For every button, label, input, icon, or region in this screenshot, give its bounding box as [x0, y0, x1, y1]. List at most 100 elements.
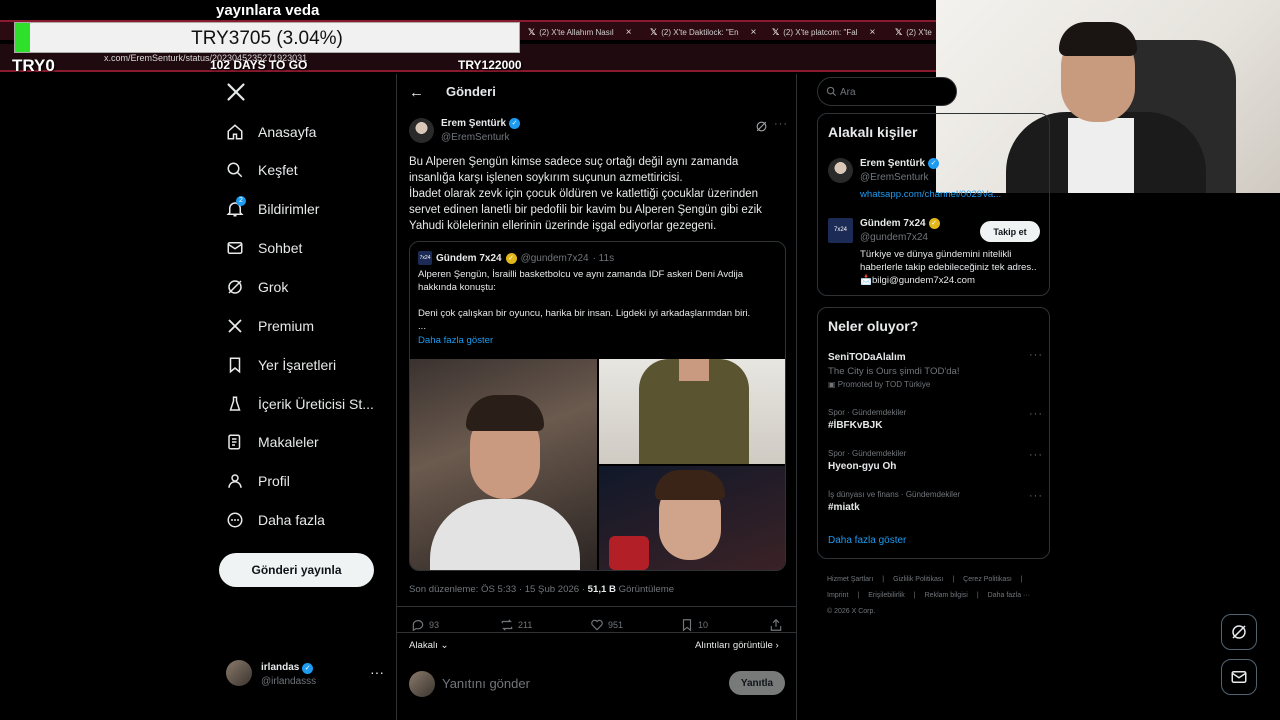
more-options-icon[interactable]: ··· — [1029, 449, 1043, 461]
promoted-icon: ▣ — [828, 380, 836, 389]
nav-more[interactable]: Daha fazla — [226, 508, 325, 532]
messages-floating-button[interactable] — [1221, 659, 1257, 695]
avatar — [828, 158, 853, 183]
view-label: Görüntüleme — [615, 584, 675, 595]
author-handle[interactable]: @EremSenturk — [441, 132, 510, 143]
repost-action[interactable]: 211 — [500, 618, 532, 632]
close-icon[interactable]: × — [869, 27, 875, 38]
nav-notifications[interactable]: 2 Bildirimler — [226, 196, 319, 221]
media-photo[interactable] — [599, 466, 785, 570]
donation-progress-bar: TRY3705 (3.04%) — [14, 22, 520, 53]
person-bio-link[interactable]: whatsapp.com/channel/0029Va... — [860, 188, 1040, 201]
like-count: 951 — [608, 620, 624, 630]
main-column: ← Gönderi Erem Şentürk ✓ @EremSenturk ···… — [396, 74, 797, 720]
bookmark-icon — [682, 619, 692, 632]
author-name[interactable]: Erem Şentürk ✓ — [441, 118, 521, 129]
footer-link[interactable]: Erişilebilirlik — [868, 592, 905, 599]
nav-profile[interactable]: Profil — [226, 469, 290, 493]
footer-link[interactable]: Reklam bilgisi — [925, 592, 968, 599]
footer-separator: | — [1020, 576, 1023, 583]
follow-button[interactable]: Takip et — [980, 221, 1040, 242]
tab-label: (2) X'te Allahım Nasıl — [539, 27, 614, 37]
reply-input[interactable]: Yanıtını gönder — [442, 676, 530, 691]
browser-tab[interactable]: 𝕏 (2) X'te Daktilock: "En × — [650, 22, 756, 42]
trend-item[interactable]: İş dünyası ve finans · Gündemdekiler #mi… — [828, 490, 1043, 513]
more-circle-icon — [227, 512, 243, 528]
search-input[interactable]: Ara — [817, 77, 957, 106]
share-action[interactable] — [769, 618, 783, 632]
nav-premium[interactable]: Premium — [226, 314, 314, 338]
footer-separator: | — [882, 576, 885, 583]
trends-panel: Neler oluyor? SeniTODaAlalım The City is… — [817, 307, 1050, 559]
profile-icon — [228, 474, 242, 488]
footer-link[interactable]: Daha fazla ··· — [988, 592, 1030, 599]
trend-item[interactable]: Spor · Gündemdekiler #İBFKvBJK ··· — [828, 408, 1043, 431]
nav-bookmarks[interactable]: Yer İşaretleri — [226, 353, 336, 377]
nav-label: Keşfet — [258, 162, 298, 178]
x-logo-icon[interactable] — [226, 82, 246, 102]
nav-chat[interactable]: Sohbet — [226, 236, 302, 260]
more-options-icon[interactable]: ··· — [370, 664, 384, 680]
footer-link[interactable]: Imprint — [827, 592, 848, 599]
nav-creator-studio[interactable]: İçerik Üreticisi St... — [226, 392, 374, 416]
footer-links: Hizmet Şartları | Gizlilik Politikası | Çere… — [827, 572, 1047, 620]
account-handle: @irlandasss — [261, 676, 317, 687]
media-photo[interactable] — [599, 359, 785, 464]
trend-name: #İBFKvBJK — [828, 420, 883, 431]
bookmark-action[interactable]: 10 — [680, 618, 708, 632]
reply-action[interactable]: 93 — [411, 618, 439, 632]
show-more-link[interactable]: Daha fazla göster — [418, 335, 493, 346]
trend-category: Spor · Gündemdekiler — [828, 449, 907, 458]
stream-title: yayınlara veda — [216, 2, 320, 19]
back-arrow-icon[interactable]: ← — [409, 84, 424, 101]
footer-link[interactable]: Hizmet Şartları — [827, 576, 873, 583]
trend-name: SeniTODaAlalım — [828, 352, 906, 363]
browser-tab[interactable]: 𝕏 (2) X'te — [895, 22, 932, 42]
nav-label: Anasayfa — [258, 124, 317, 140]
like-action[interactable]: 951 — [590, 618, 623, 632]
heart-icon — [591, 619, 603, 631]
more-options-icon[interactable]: ··· — [1029, 490, 1043, 502]
progress-goal-label: TRY122000 — [458, 58, 522, 72]
grok-icon[interactable] — [755, 120, 768, 133]
verified-badge-icon: ✓ — [509, 118, 521, 129]
browser-tab[interactable]: 𝕏 (2) X'te platcom: "Fal × — [772, 22, 875, 42]
browser-tab[interactable]: 𝕏 (2) X'te Allahım Nasıl × — [528, 22, 632, 42]
more-options-icon[interactable]: ··· — [1029, 408, 1043, 420]
account-name-text: irlandas — [261, 662, 300, 673]
author-avatar[interactable] — [409, 118, 434, 143]
footer-link[interactable]: Çerez Politikası — [963, 576, 1012, 583]
quoted-tweet-text: Alperen Şengün, İsrailli basketbolcu ve … — [418, 269, 751, 332]
show-more-link[interactable]: Daha fazla göster — [828, 535, 906, 546]
more-options-icon[interactable]: ··· — [774, 118, 788, 130]
footer-separator: | — [913, 592, 916, 599]
media-photo[interactable] — [410, 359, 597, 570]
author-name-text: Erem Şentürk — [441, 118, 507, 129]
nav-label: Sohbet — [258, 240, 303, 256]
grok-icon — [1232, 625, 1246, 639]
footer-link[interactable]: Gizlilik Politikası — [893, 576, 943, 583]
more-options-icon[interactable]: ··· — [1029, 349, 1043, 361]
trend-subtitle: The City is Ours şimdi TOD'da! — [828, 366, 960, 377]
reply-button[interactable]: Yanıtla — [729, 671, 785, 695]
nav-home[interactable]: Anasayfa — [226, 120, 316, 144]
close-icon[interactable]: × — [626, 27, 632, 38]
grok-floating-button[interactable] — [1221, 614, 1257, 650]
share-icon — [770, 618, 782, 631]
search-placeholder: Ara — [840, 87, 856, 98]
panel-title: Neler oluyor? — [828, 318, 919, 334]
trend-category: Spor · Gündemdekiler — [828, 408, 907, 417]
photo-hair — [466, 395, 544, 431]
nav-articles[interactable]: Makaleler — [226, 430, 319, 454]
quoted-tweet[interactable]: 7x24 Gündem 7x24 ✓ @gundem7x24 · 11s Alp… — [409, 241, 786, 571]
view-quotes-link[interactable]: Alıntıları görüntüle › — [695, 640, 779, 651]
post-button[interactable]: Gönderi yayınla — [219, 553, 374, 587]
nav-explore[interactable]: Keşfet — [226, 158, 298, 182]
nav-grok[interactable]: Grok — [226, 275, 288, 299]
trend-item[interactable]: SeniTODaAlalım The City is Ours şimdi TO… — [828, 349, 1043, 389]
reply-icon — [412, 620, 424, 632]
close-icon[interactable]: × — [751, 27, 757, 38]
account-switcher[interactable]: irlandas ✓ @irlandasss ··· — [226, 660, 386, 690]
sort-dropdown[interactable]: Alakalı ⌄ — [409, 640, 449, 651]
trend-item[interactable]: Spor · Gündemdekiler Hyeon-gyu Oh ··· — [828, 449, 1043, 472]
